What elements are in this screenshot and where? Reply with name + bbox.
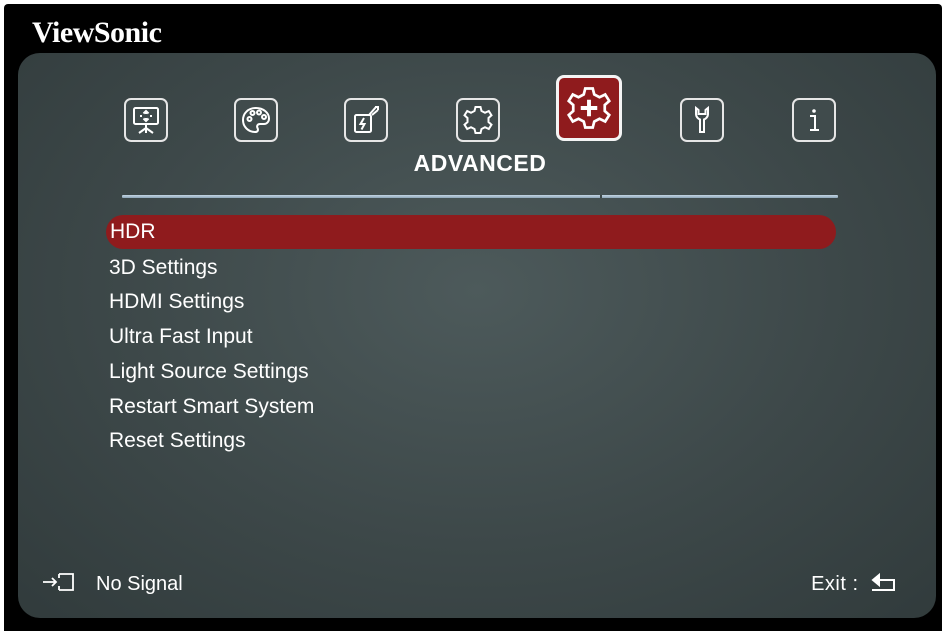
tab-information[interactable] bbox=[792, 98, 836, 142]
menu-item-3d-settings[interactable]: 3D Settings bbox=[109, 252, 218, 284]
tab-display-settings[interactable] bbox=[456, 98, 500, 142]
menu-item-hdr[interactable]: HDR bbox=[106, 215, 836, 249]
menu-item-ultra-fast-input[interactable]: Ultra Fast Input bbox=[109, 321, 253, 353]
input-source-icon bbox=[42, 571, 76, 598]
tab-color[interactable] bbox=[234, 98, 278, 142]
menu-item-hdmi-settings[interactable]: HDMI Settings bbox=[109, 286, 244, 318]
tab-settings[interactable] bbox=[680, 98, 724, 142]
signal-status-text: No Signal bbox=[96, 572, 183, 595]
section-divider bbox=[122, 195, 838, 198]
tab-display[interactable] bbox=[124, 98, 168, 142]
brand-logo: ViewSonic bbox=[32, 16, 162, 49]
divider-notch bbox=[600, 195, 602, 198]
exit-hint[interactable]: Exit : bbox=[811, 570, 898, 598]
tab-advanced[interactable] bbox=[556, 75, 622, 141]
return-arrow-icon bbox=[858, 571, 898, 598]
menu-item-reset-settings[interactable]: Reset Settings bbox=[109, 425, 246, 457]
signal-status: No Signal bbox=[42, 570, 183, 598]
menu-item-light-source-settings[interactable]: Light Source Settings bbox=[109, 356, 309, 388]
menu-item-restart-smart-system[interactable]: Restart Smart System bbox=[109, 391, 314, 423]
section-title: ADVANCED bbox=[413, 150, 547, 176]
exit-label: Exit bbox=[811, 572, 847, 595]
tab-power[interactable] bbox=[344, 98, 388, 142]
